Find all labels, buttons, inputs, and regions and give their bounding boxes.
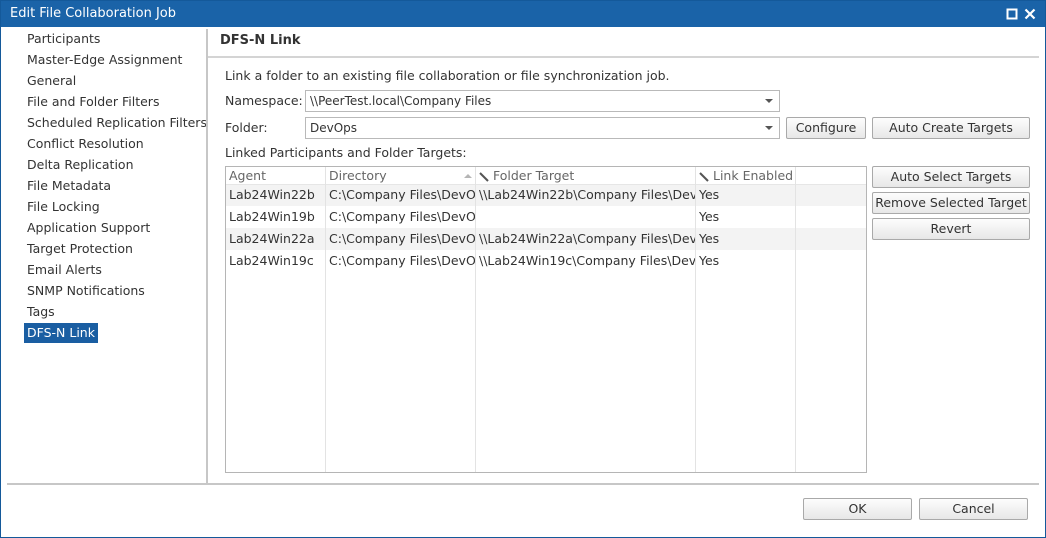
nav-divider [206, 29, 208, 484]
table-label: Linked Participants and Folder Targets: [225, 145, 467, 160]
nav-item-master-edge-assignment[interactable]: Master-Edge Assignment [24, 50, 185, 70]
nav-item-application-support[interactable]: Application Support [24, 218, 153, 238]
ok-button[interactable]: OK [803, 498, 912, 520]
remove-selected-target-button[interactable]: Remove Selected Target [872, 192, 1030, 214]
chevron-down-icon[interactable] [759, 118, 779, 138]
nav-item-conflict-resolution[interactable]: Conflict Resolution [24, 134, 147, 154]
nav-item-participants[interactable]: Participants [24, 29, 103, 49]
settings-nav: Participants Master-Edge Assignment Gene… [7, 29, 207, 484]
directory-cell: C:\Company Files\DevO [329, 209, 475, 224]
section-description: Link a folder to an existing file collab… [225, 68, 670, 83]
footer-divider [7, 483, 1039, 485]
auto-select-targets-button[interactable]: Auto Select Targets [872, 166, 1030, 188]
column-header-directory[interactable]: Directory [329, 168, 387, 184]
link-enabled-cell[interactable]: Yes [699, 231, 795, 247]
nav-item-file-metadata[interactable]: File Metadata [24, 176, 114, 196]
link-enabled-cell[interactable]: Yes [699, 187, 795, 203]
auto-create-targets-button[interactable]: Auto Create Targets [872, 117, 1030, 139]
link-enabled-cell[interactable]: Yes [699, 209, 795, 225]
folder-target-cell[interactable]: \\Lab24Win19c\Company Files\Dev [479, 253, 695, 269]
pencil-icon [479, 171, 489, 182]
window-title: Edit File Collaboration Job [10, 6, 177, 21]
nav-item-file-and-folder-filters[interactable]: File and Folder Filters [24, 92, 162, 112]
title-divider [208, 56, 1039, 58]
agent-cell: Lab24Win19c [229, 253, 314, 268]
namespace-select[interactable]: \\PeerTest.local\Company Files [305, 90, 780, 112]
dialog-window: Edit File Collaboration Job Participants… [0, 0, 1046, 538]
pencil-icon [699, 171, 709, 182]
column-header-link-enabled-label: Link Enabled [713, 168, 794, 183]
nav-item-tags[interactable]: Tags [24, 302, 58, 322]
column-divider[interactable] [325, 167, 326, 472]
agent-cell: Lab24Win22a [229, 231, 315, 246]
nav-item-email-alerts[interactable]: Email Alerts [24, 260, 105, 280]
folder-target-cell[interactable]: \\Lab24Win22a\Company Files\Dev [479, 231, 695, 247]
directory-cell: C:\Company Files\DevO [329, 231, 475, 246]
nav-item-delta-replication[interactable]: Delta Replication [24, 155, 137, 175]
column-divider[interactable] [695, 167, 696, 472]
section-title: DFS-N Link [220, 33, 301, 48]
table-row[interactable]: Lab24Win19b C:\Company Files\DevO Yes [226, 206, 866, 228]
folder-target-cell[interactable] [479, 209, 695, 225]
nav-item-file-locking[interactable]: File Locking [24, 197, 103, 217]
namespace-label: Namespace: [225, 93, 303, 108]
table-header: Agent Directory Folder Target Link Enabl… [226, 167, 866, 185]
column-header-agent[interactable]: Agent [229, 168, 266, 184]
folder-select[interactable]: DevOps [305, 117, 780, 139]
column-header-folder-target[interactable]: Folder Target [479, 168, 574, 184]
agent-cell: Lab24Win19b [229, 209, 315, 224]
chevron-down-icon[interactable] [759, 91, 779, 111]
revert-button[interactable]: Revert [872, 218, 1030, 240]
nav-item-dfs-n-link[interactable]: DFS-N Link [24, 323, 98, 343]
agent-cell: Lab24Win22b [229, 187, 315, 202]
column-header-folder-target-label: Folder Target [493, 168, 575, 183]
close-icon[interactable] [1022, 6, 1038, 22]
configure-button[interactable]: Configure [786, 117, 866, 139]
namespace-value: \\PeerTest.local\Company Files [310, 94, 492, 108]
folder-target-cell[interactable]: \\Lab24Win22b\Company Files\Dev [479, 187, 695, 203]
title-bar: Edit File Collaboration Job [1, 1, 1045, 27]
directory-cell: C:\Company Files\DevO [329, 253, 475, 268]
folder-value: DevOps [310, 121, 358, 135]
table-row[interactable]: Lab24Win22a C:\Company Files\DevO \\Lab2… [226, 228, 866, 250]
maximize-icon[interactable] [1004, 6, 1020, 22]
table-row[interactable]: Lab24Win22b C:\Company Files\DevO \\Lab2… [226, 184, 866, 206]
table-row[interactable]: Lab24Win19c C:\Company Files\DevO \\Lab2… [226, 250, 866, 272]
column-divider[interactable] [795, 167, 796, 472]
sort-ascending-icon[interactable] [463, 168, 473, 184]
link-enabled-cell[interactable]: Yes [699, 253, 795, 269]
column-header-link-enabled[interactable]: Link Enabled [699, 168, 793, 184]
column-divider[interactable] [475, 167, 476, 472]
nav-item-scheduled-replication-filters[interactable]: Scheduled Replication Filters [24, 113, 210, 133]
nav-item-target-protection[interactable]: Target Protection [24, 239, 136, 259]
nav-item-snmp-notifications[interactable]: SNMP Notifications [24, 281, 148, 301]
directory-cell: C:\Company Files\DevO [329, 187, 475, 202]
folder-label: Folder: [225, 120, 268, 135]
cancel-button[interactable]: Cancel [919, 498, 1028, 520]
nav-item-general[interactable]: General [24, 71, 79, 91]
targets-table: Lab24Win22b C:\Company Files\DevO \\Lab2… [225, 166, 867, 473]
